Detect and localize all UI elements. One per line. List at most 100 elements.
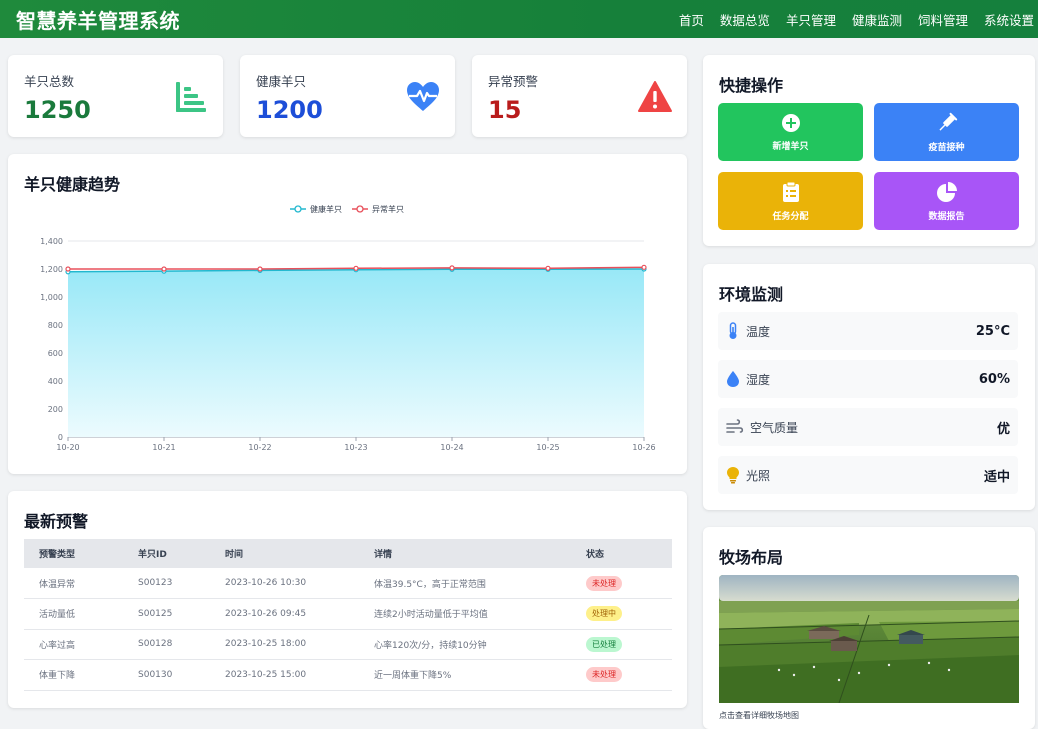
sheep-id: S00130 bbox=[123, 659, 210, 691]
stat-card-total: 羊只总数 1250 bbox=[8, 55, 223, 137]
nav-feed[interactable]: 饲料管理 bbox=[918, 10, 968, 29]
status-badge: 未处理 bbox=[586, 575, 622, 591]
env-value: 60% bbox=[978, 371, 1010, 387]
alert-type: 体重下降 bbox=[24, 659, 123, 691]
alert-type: 活动量低 bbox=[24, 598, 123, 630]
column-header: 状态 bbox=[571, 539, 672, 568]
env-value: 适中 bbox=[983, 469, 1010, 485]
app-title: 智慧养羊管理系统 bbox=[16, 8, 180, 33]
thermometer-icon bbox=[729, 322, 737, 339]
data-report-button[interactable]: 数据报告 bbox=[874, 172, 1019, 230]
farm-layout-title: 牧场布局 bbox=[719, 548, 784, 567]
table-row[interactable]: 体温异常 S00123 2023-10-26 10:30 体温39.5°C，高于… bbox=[24, 568, 672, 599]
data-point bbox=[257, 266, 263, 272]
nav-home[interactable]: 首页 bbox=[679, 10, 704, 29]
sheep-id: S00125 bbox=[123, 598, 210, 630]
add-sheep-button[interactable]: 新增羊只 bbox=[718, 103, 863, 161]
alert-detail: 心率120次/分，持续10分钟 bbox=[359, 629, 571, 660]
plus-circle-icon bbox=[781, 113, 800, 132]
data-point bbox=[65, 266, 71, 272]
data-point bbox=[641, 264, 647, 270]
button-label: 任务分配 bbox=[772, 211, 809, 222]
table-row[interactable]: 活动量低 S00125 2023-10-26 09:45 连续2小时活动量低于平… bbox=[24, 598, 672, 630]
button-label: 数据报告 bbox=[928, 211, 965, 222]
alert-time: 2023-10-25 18:00 bbox=[210, 629, 359, 660]
alerts-table: 预警类型 羊只ID 时间 详情 状态 体温异常 S00123 2023-10-2… bbox=[24, 539, 672, 691]
y-tick-label: 1,400 bbox=[40, 237, 63, 246]
data-point bbox=[545, 265, 551, 271]
env-item-air-quality: 空气质量 优 bbox=[718, 408, 1018, 446]
trend-card: 羊只健康趋势 0 200 400 600 800 1,000 1,200 1,400 10-20… bbox=[8, 154, 687, 474]
env-item-light: 光照 适中 bbox=[718, 456, 1018, 494]
table-header-row: 预警类型 羊只ID 时间 详情 状态 bbox=[24, 539, 672, 568]
env-item-temperature: 温度 25°C bbox=[718, 312, 1018, 350]
farm-layout-card: 牧场布局 点击查看详细牧场地图 bbox=[703, 527, 1035, 729]
task-assign-button[interactable]: 任务分配 bbox=[718, 172, 863, 230]
x-tick-label: 10-21 bbox=[152, 443, 175, 452]
data-point bbox=[449, 265, 455, 271]
y-tick-label: 600 bbox=[48, 349, 63, 358]
nav-sheep[interactable]: 羊只管理 bbox=[786, 10, 836, 29]
x-tick-label: 10-24 bbox=[440, 443, 463, 452]
wind-icon bbox=[726, 419, 744, 433]
alert-detail: 近一周体重下降5% bbox=[359, 659, 571, 691]
button-label: 新增羊只 bbox=[772, 141, 809, 152]
legend-marker bbox=[294, 205, 302, 213]
env-item-humidity: 湿度 60% bbox=[718, 360, 1018, 398]
legend-label: 异常羊只 bbox=[372, 204, 404, 214]
y-tick-label: 1,200 bbox=[40, 265, 63, 274]
stat-card-alerts: 异常预警 15 bbox=[472, 55, 687, 137]
env-value: 优 bbox=[996, 421, 1010, 437]
legend-label: 健康羊只 bbox=[310, 204, 342, 214]
alert-time: 2023-10-25 15:00 bbox=[210, 659, 359, 691]
farm-map-caption[interactable]: 点击查看详细牧场地图 bbox=[719, 710, 799, 721]
nav-overview[interactable]: 数据总览 bbox=[720, 10, 770, 29]
alert-type: 体温异常 bbox=[24, 568, 123, 599]
farm-landscape-image[interactable] bbox=[719, 575, 1019, 703]
x-tick-label: 10-20 bbox=[56, 443, 79, 452]
button-label: 疫苗接种 bbox=[928, 142, 965, 153]
nav-health[interactable]: 健康监测 bbox=[852, 10, 902, 29]
top-navbar: 智慧养羊管理系统 首页 数据总览 羊只管理 健康监测 饲料管理 系统设置 bbox=[0, 0, 1038, 38]
alert-detail: 连续2小时活动量低于平均值 bbox=[359, 598, 571, 630]
stat-card-healthy: 健康羊只 1200 bbox=[240, 55, 455, 137]
trend-chart: 0 200 400 600 800 1,000 1,200 1,400 10-20 10-21 10… bbox=[40, 204, 656, 452]
status-badge: 处理中 bbox=[586, 606, 622, 622]
table-row[interactable]: 心率过高 S00128 2023-10-25 18:00 心率120次/分，持续… bbox=[24, 629, 672, 660]
x-tick-label: 10-23 bbox=[344, 443, 367, 452]
sheep-id: S00123 bbox=[123, 568, 210, 599]
alert-time: 2023-10-26 09:45 bbox=[210, 598, 359, 630]
alerts-card: 最新预警 预警类型 羊只ID 时间 详情 状态 体温异常 S00123 2023… bbox=[8, 491, 687, 708]
series-area bbox=[68, 269, 644, 437]
warning-icon bbox=[638, 81, 672, 112]
y-tick-label: 1,000 bbox=[40, 293, 63, 302]
bar-chart-icon bbox=[176, 82, 206, 112]
data-point bbox=[353, 265, 359, 271]
lightbulb-icon bbox=[727, 467, 739, 484]
data-point bbox=[161, 266, 167, 272]
alert-type: 心率过高 bbox=[24, 629, 123, 660]
vaccination-button[interactable]: 疫苗接种 bbox=[874, 103, 1019, 161]
y-tick-label: 400 bbox=[48, 377, 63, 386]
x-tick-label: 10-26 bbox=[632, 443, 655, 452]
sheep-id: S00128 bbox=[123, 629, 210, 660]
quick-actions-grid: 新增羊只 疫苗接种 任务分配 数据报告 bbox=[718, 103, 1019, 230]
env-label: 温度 bbox=[746, 324, 771, 339]
legend-marker bbox=[356, 205, 364, 213]
main-nav: 首页 数据总览 羊只管理 健康监测 饲料管理 系统设置 bbox=[679, 10, 1034, 29]
env-label: 光照 bbox=[746, 468, 771, 483]
column-header: 详情 bbox=[359, 539, 571, 568]
clipboard-icon bbox=[782, 181, 799, 202]
nav-settings[interactable]: 系统设置 bbox=[984, 10, 1034, 29]
quick-actions-title: 快捷操作 bbox=[719, 76, 784, 95]
alerts-title: 最新预警 bbox=[24, 512, 89, 531]
env-label: 湿度 bbox=[746, 372, 771, 387]
env-value: 25°C bbox=[975, 323, 1010, 339]
alert-detail: 体温39.5°C，高于正常范围 bbox=[359, 568, 571, 599]
status-badge: 未处理 bbox=[586, 667, 622, 683]
column-header: 羊只ID bbox=[123, 539, 210, 568]
syringe-icon bbox=[938, 112, 957, 131]
y-tick-label: 200 bbox=[48, 405, 63, 414]
pie-chart-icon bbox=[936, 181, 957, 202]
table-row[interactable]: 体重下降 S00130 2023-10-25 15:00 近一周体重下降5% 未… bbox=[24, 659, 672, 691]
